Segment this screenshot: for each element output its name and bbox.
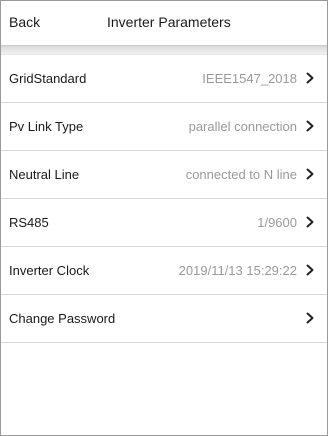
chevron-right-icon [306,264,314,276]
row-value: parallel connection [188,119,297,134]
header-bar: Back Inverter Parameters [1,1,327,45]
header-divider [1,45,327,55]
row-label: Change Password [9,311,116,326]
row-value: 2019/11/13 15:29:22 [178,263,297,278]
row-value: IEEE1547_2018 [202,71,297,86]
row-value: 1/9600 [257,215,297,230]
row-label: Inverter Clock [9,263,90,278]
chevron-right-icon [306,312,314,324]
row-rs485[interactable]: RS485 1/9600 [1,199,327,247]
row-change-password[interactable]: Change Password [1,295,327,343]
chevron-right-icon [306,72,314,84]
chevron-right-icon [306,216,314,228]
row-inverter-clock[interactable]: Inverter Clock 2019/11/13 15:29:22 [1,247,327,295]
row-neutral-line[interactable]: Neutral Line connected to N line [1,151,327,199]
row-pv-link-type[interactable]: Pv Link Type parallel connection [1,103,327,151]
row-label: Pv Link Type [9,119,84,134]
page-title: Inverter Parameters [107,14,231,30]
row-value: connected to N line [185,167,297,182]
parameter-list: GridStandard IEEE1547_2018 Pv Link Type … [1,55,327,343]
row-label: GridStandard [9,71,87,86]
row-label: RS485 [9,215,49,230]
chevron-right-icon [306,120,314,132]
chevron-right-icon [306,168,314,180]
row-grid-standard[interactable]: GridStandard IEEE1547_2018 [1,55,327,103]
row-label: Neutral Line [9,167,80,182]
back-button[interactable]: Back [9,14,40,30]
inverter-parameters-screen: Back Inverter Parameters GridStandard IE… [0,0,328,436]
